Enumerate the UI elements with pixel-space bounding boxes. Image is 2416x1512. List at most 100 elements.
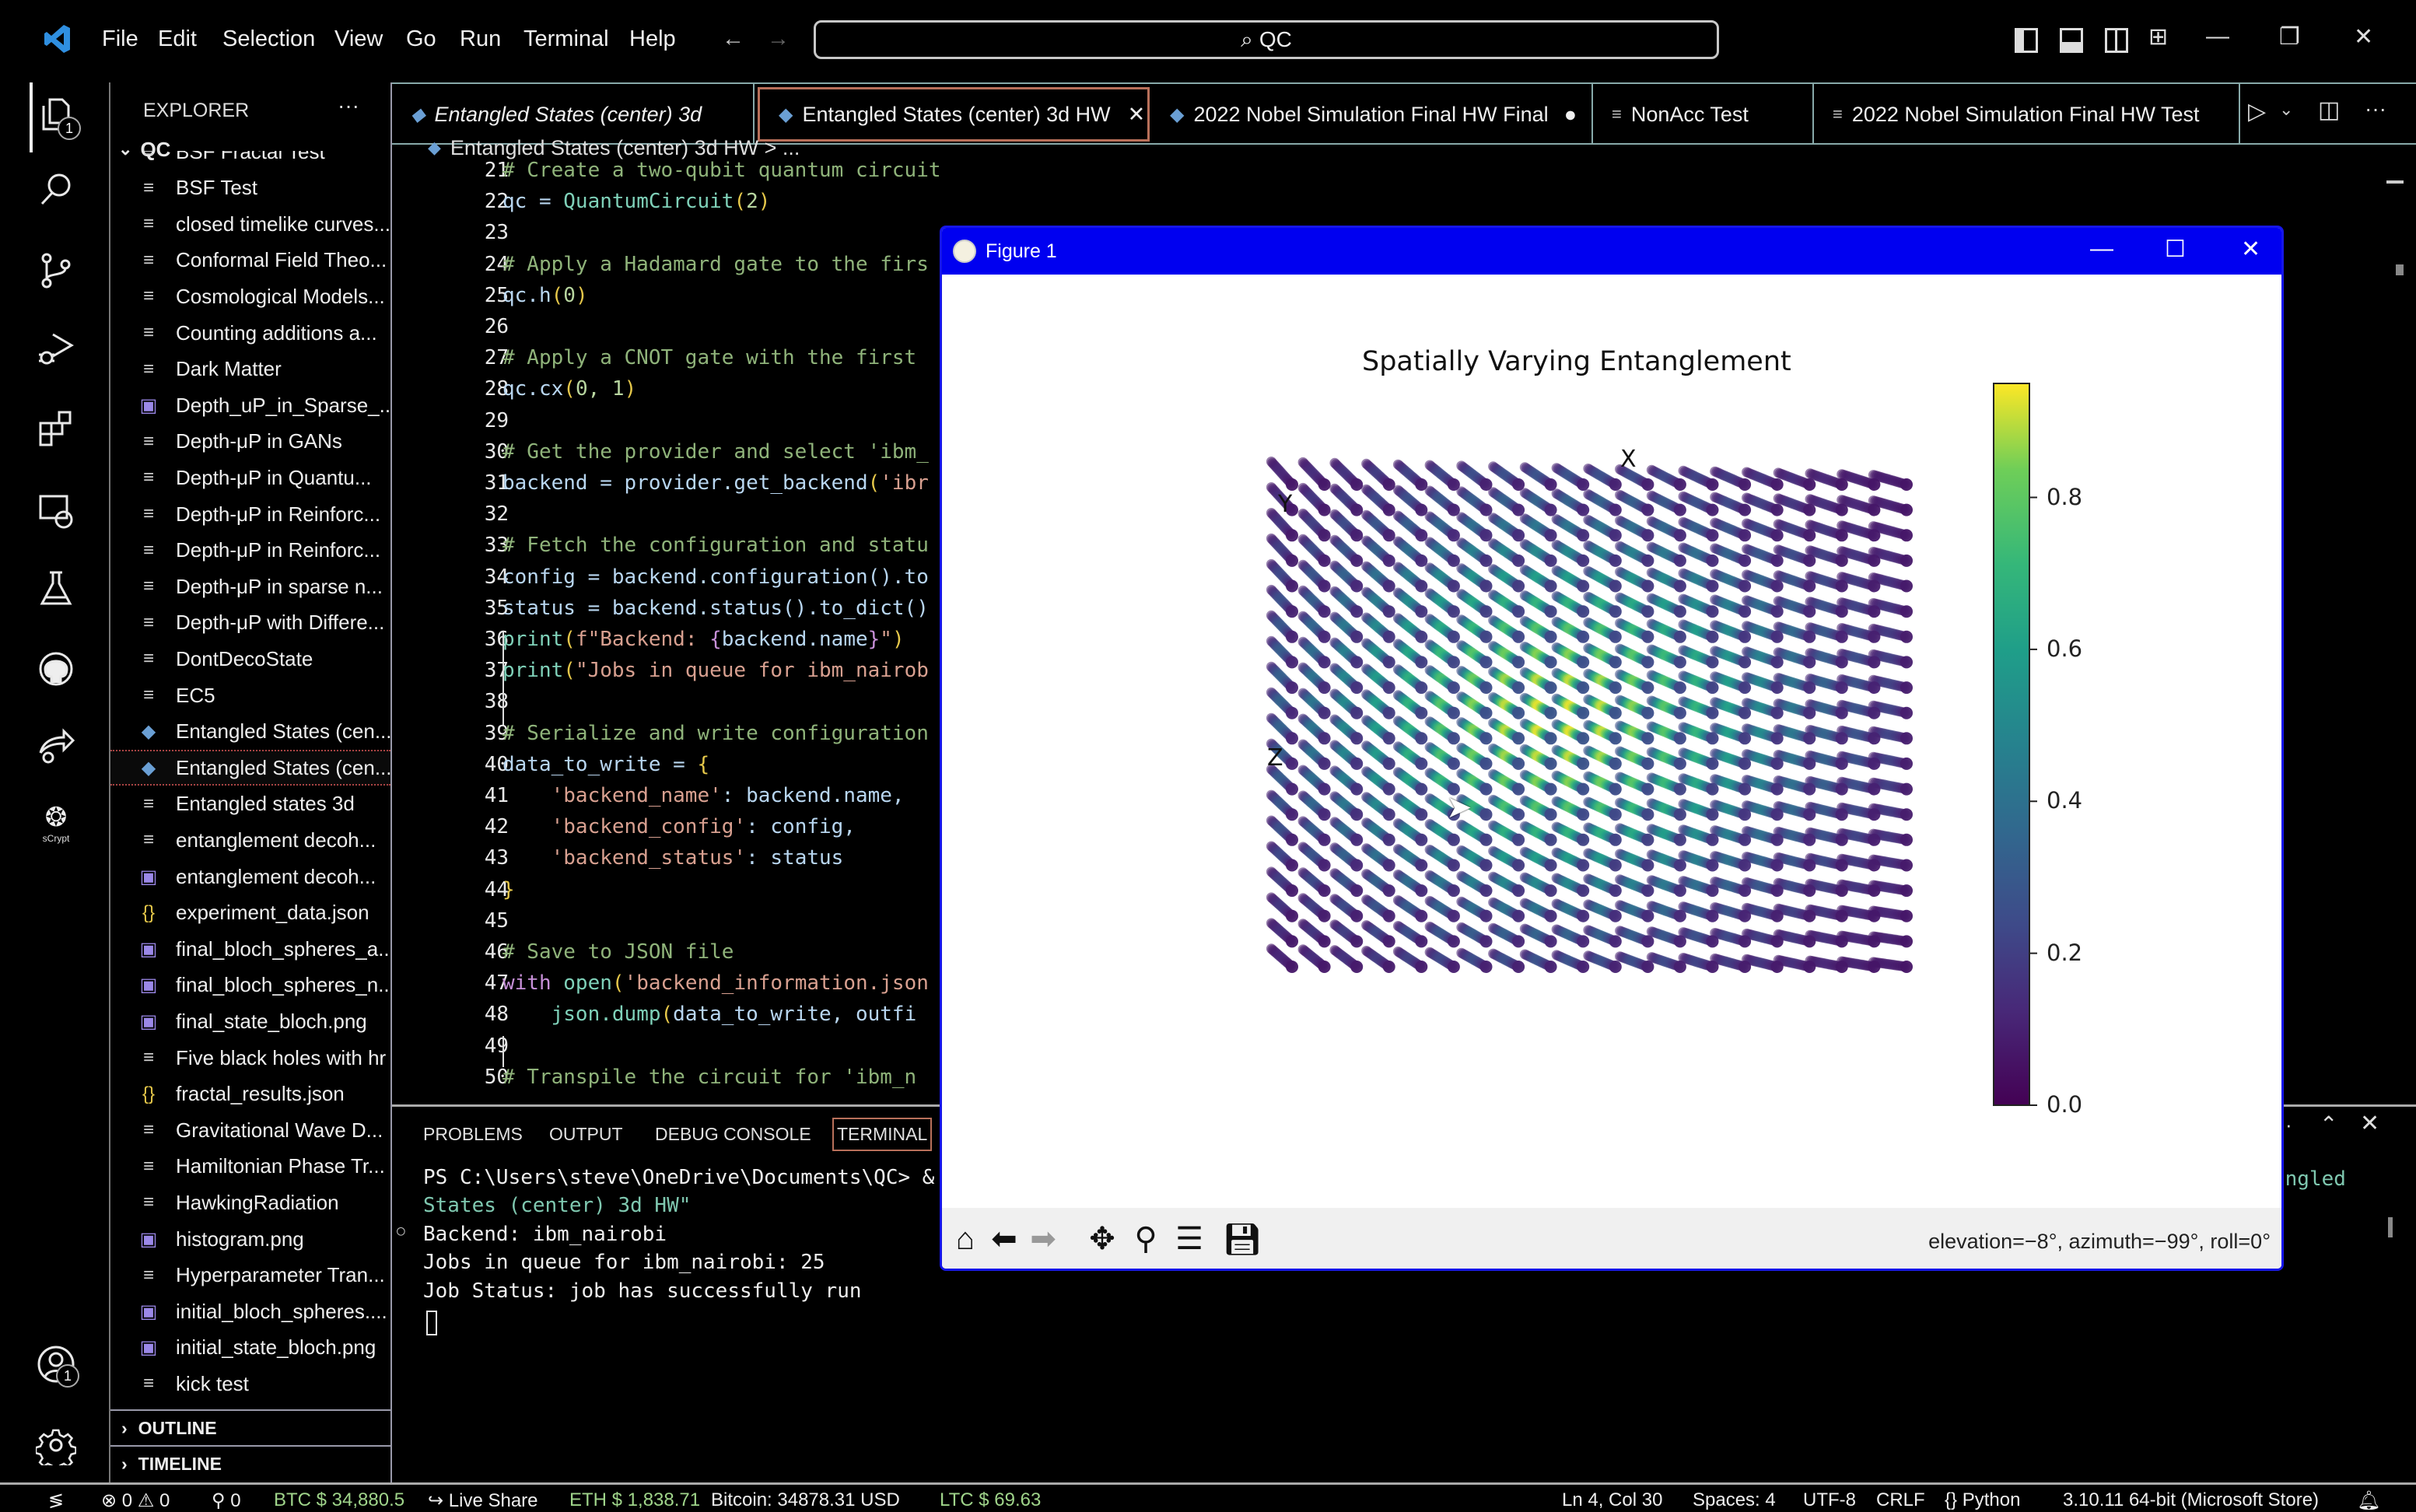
toggle-primary-sidebar-icon[interactable] <box>2015 28 2038 53</box>
file-item[interactable]: ◆Entangled States (cen... <box>110 714 390 750</box>
menu-view[interactable]: View <box>334 26 383 52</box>
file-item[interactable]: ▣final_bloch_spheres_n... <box>110 968 390 1003</box>
file-item[interactable]: ≡Entangled states 3d <box>110 786 390 822</box>
panel-tab-debug-console[interactable]: DEBUG CONSOLE <box>655 1124 811 1145</box>
file-item[interactable]: ≡closed timelike curves... <box>110 206 390 242</box>
terminal-scrollbar[interactable] <box>2388 1217 2393 1237</box>
bitcoin-price[interactable]: Bitcoin: 34878.31 USD <box>711 1489 900 1511</box>
panel-more-icon[interactable]: · <box>2285 1113 2292 1137</box>
scrollbar-thumb[interactable] <box>2396 264 2404 275</box>
remote-explorer-icon[interactable] <box>34 488 78 532</box>
tab-2022-nobel-test[interactable]: ≡2022 Nobel Simulation Final HW Test <box>1814 84 2240 145</box>
live-share-button[interactable]: ↪ Live Share <box>428 1489 538 1512</box>
menu-go[interactable]: Go <box>406 26 436 52</box>
file-item[interactable]: ≡Depth-μP in Reinforc... <box>110 533 390 569</box>
file-item[interactable]: ▣entanglement decoh... <box>110 859 390 894</box>
figure-close-icon[interactable]: ✕ <box>2241 236 2260 263</box>
accounts-icon[interactable]: 1 <box>34 1342 78 1386</box>
encoding[interactable]: UTF-8 <box>1803 1489 1856 1511</box>
file-item[interactable]: ≡DontDecoState <box>110 641 390 677</box>
file-item[interactable]: ≡Depth-μP in GANs <box>110 424 390 460</box>
language-mode[interactable]: {} Python <box>1945 1489 2020 1511</box>
panel-tab-terminal[interactable]: TERMINAL <box>832 1118 932 1151</box>
github-icon[interactable] <box>34 647 78 691</box>
notifications-bell-icon[interactable]: 🔔︎ <box>2357 1489 2380 1512</box>
run-file-icon[interactable]: ▷ <box>2248 98 2266 125</box>
python-interpreter[interactable]: 3.10.11 64-bit (Microsoft Store) <box>2063 1489 2319 1511</box>
panel-tab-problems[interactable]: PROBLEMS <box>423 1124 523 1145</box>
split-editor-icon[interactable]: ◫ <box>2318 96 2340 124</box>
file-item[interactable]: ◆Entangled States (cen... <box>110 750 390 786</box>
live-share-icon[interactable] <box>34 725 78 768</box>
close-tab-icon[interactable]: ✕ <box>1128 103 1146 127</box>
close-window-icon[interactable]: ✕ <box>2354 23 2373 51</box>
file-item[interactable]: ≡Depth-μP in Quantu... <box>110 460 390 495</box>
outline-section[interactable]: ›OUTLINE <box>110 1409 390 1445</box>
tab-nonacc-test[interactable]: ≡NonAcc Test <box>1593 84 1814 145</box>
restore-icon[interactable]: ❐ <box>2279 23 2300 51</box>
file-item[interactable]: ≡Dark Matter <box>110 352 390 387</box>
file-item[interactable]: ≡Cosmological Models... <box>110 278 390 314</box>
ports-indicator[interactable]: ⚲ 0 <box>212 1489 241 1512</box>
figure-minimize-icon[interactable]: — <box>2090 236 2113 262</box>
source-control-icon[interactable] <box>34 249 78 292</box>
menu-selection[interactable]: Selection <box>222 26 315 52</box>
file-item[interactable]: ▣final_state_bloch.png <box>110 1003 390 1039</box>
tab-entangled-states-3d-hw[interactable]: ◆Entangled States (center) 3d HW✕ <box>758 87 1150 142</box>
panel-tab-output[interactable]: OUTPUT <box>549 1124 623 1145</box>
menu-file[interactable]: File <box>102 26 138 52</box>
file-item[interactable]: ≡entanglement decoh... <box>110 822 390 858</box>
run-debug-icon[interactable] <box>34 327 78 370</box>
file-item[interactable]: ≡BSF Fractal Test <box>110 151 390 170</box>
eth-price[interactable]: ETH $ 1,838.71 <box>569 1489 700 1511</box>
ltc-price[interactable]: LTC $ 69.63 <box>940 1489 1041 1511</box>
timeline-section[interactable]: ›TIMELINE <box>110 1445 390 1481</box>
file-item[interactable]: ▣initial_bloch_spheres.... <box>110 1293 390 1329</box>
file-item[interactable]: ≡kick test <box>110 1366 390 1402</box>
menu-edit[interactable]: Edit <box>158 26 197 52</box>
figure-maximize-icon[interactable]: ☐ <box>2165 236 2186 263</box>
explorer-more-icon[interactable]: ··· <box>338 93 359 118</box>
minimize-icon[interactable]: — <box>2206 23 2229 50</box>
extensions-icon[interactable] <box>34 408 78 451</box>
run-dropdown-icon[interactable]: ⌄ <box>2279 100 2293 120</box>
settings-gear-icon[interactable] <box>34 1423 78 1467</box>
file-item[interactable]: ≡Hyperparameter Tran... <box>110 1258 390 1293</box>
remote-indicator-icon[interactable]: ≶ <box>48 1489 64 1512</box>
file-item[interactable]: ▣final_bloch_spheres_a... <box>110 931 390 967</box>
menu-help[interactable]: Help <box>629 26 676 52</box>
toggle-panel-icon[interactable] <box>2060 28 2083 53</box>
file-item[interactable]: ≡Conformal Field Theo... <box>110 243 390 278</box>
file-item[interactable]: {}fractal_results.json <box>110 1076 390 1112</box>
file-item[interactable]: ≡Depth-μP with Differe... <box>110 605 390 641</box>
testing-flask-icon[interactable] <box>34 566 78 610</box>
file-item[interactable]: ≡Counting additions a... <box>110 315 390 351</box>
maximize-panel-icon[interactable]: ⌃ <box>2320 1111 2337 1137</box>
file-item[interactable]: ≡Depth-μP in Reinforc... <box>110 496 390 532</box>
menu-run[interactable]: Run <box>460 26 501 52</box>
scatter-3d-plot[interactable] <box>942 275 2284 1208</box>
file-item[interactable]: ≡Hamiltonian Phase Tr... <box>110 1149 390 1185</box>
toggle-secondary-sidebar-icon[interactable] <box>2105 28 2128 53</box>
figure-titlebar[interactable]: Figure 1 — ☐ ✕ <box>942 228 2281 275</box>
menu-terminal[interactable]: Terminal <box>523 26 609 52</box>
file-item[interactable]: ≡BSF Test <box>110 170 390 206</box>
minimap-slider[interactable] <box>2386 180 2404 184</box>
cursor-position[interactable]: Ln 4, Col 30 <box>1562 1489 1662 1511</box>
file-item[interactable]: ≡Five black holes with hr <box>110 1040 390 1076</box>
btc-price[interactable]: BTC $ 34,880.5 <box>274 1489 404 1511</box>
search-icon[interactable] <box>34 168 78 212</box>
close-panel-icon[interactable]: ✕ <box>2360 1110 2379 1137</box>
file-item[interactable]: {}experiment_data.json <box>110 895 390 931</box>
line-endings[interactable]: CRLF <box>1876 1489 1925 1511</box>
indentation[interactable]: Spaces: 4 <box>1693 1489 1776 1511</box>
file-item[interactable]: ≡Gravitational Wave D... <box>110 1112 390 1148</box>
file-item[interactable]: ▣histogram.png <box>110 1221 390 1257</box>
command-center-search[interactable]: ⌕ QC <box>814 20 1719 59</box>
files-icon[interactable]: 1 <box>34 93 78 137</box>
file-item[interactable]: ▣initial_state_bloch.png <box>110 1330 390 1366</box>
back-arrow-icon[interactable]: ← <box>722 26 744 52</box>
forward-arrow-icon[interactable]: → <box>767 26 790 52</box>
problems-indicator[interactable]: ⊗ 0 ⚠ 0 <box>101 1489 170 1512</box>
file-item[interactable]: ≡EC5 <box>110 677 390 713</box>
